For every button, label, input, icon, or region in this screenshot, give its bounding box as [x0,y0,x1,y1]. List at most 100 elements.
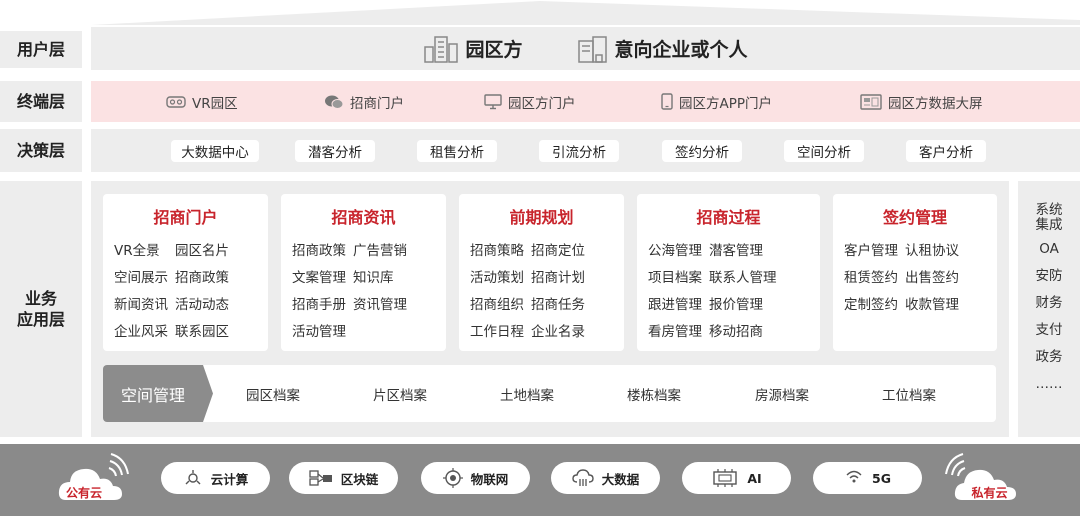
space-item-park-archive[interactable]: 园区档案 [246,365,300,422]
terminal-item-app-label: 园区方APP门户 [679,95,773,112]
decision-tag-traffic[interactable]: 引流分析 [539,140,619,162]
infra-blockchain-label: 区块链 [340,471,379,487]
module-item[interactable]: 认租协议 [905,238,959,265]
terminal-item-vr-label: VR园区 [192,95,238,112]
module-item[interactable]: 工作日程 [470,319,524,346]
terminal-item-park-portal-label: 园区方门户 [508,95,576,112]
module-item[interactable]: 看房管理 [648,319,702,346]
side-item-oa[interactable]: OA [1039,242,1059,257]
space-item-building-archive[interactable]: 楼栋档案 [627,365,681,422]
module-item[interactable]: 联系人管理 [709,265,777,292]
space-item-land-archive[interactable]: 土地档案 [500,365,554,422]
module-item[interactable]: 潜客管理 [709,238,777,265]
module-item[interactable]: 园区名片 [175,238,229,265]
module-item[interactable]: 租赁签约 [844,265,898,292]
infra-iot[interactable]: 物联网 [421,462,530,494]
infra-cloud-computing[interactable]: 云计算 [161,462,270,494]
private-cloud-label: 私有云 [971,486,1008,500]
terminal-item-portal[interactable]: 招商门户 [324,81,404,122]
infra-ai[interactable]: AI [682,462,791,494]
module-item[interactable]: 项目档案 [648,265,702,292]
decision-tag-prospect[interactable]: 潜客分析 [295,140,375,162]
side-item-security[interactable]: 安防 [1036,269,1063,284]
space-item-listing-archive[interactable]: 房源档案 [755,365,809,422]
desktop-monitor-icon [484,93,502,109]
layer-label-decision: 决策层 [0,129,82,172]
side-item-government[interactable]: 政务 [1036,350,1063,365]
module-item[interactable]: 招商定位 [531,238,585,265]
module-item[interactable]: 活动管理 [292,319,346,346]
side-item-system-integration: 系统 集成 [1035,202,1063,233]
terminal-layer-band: VR园区 招商门户 园区方门户 园区方APP门户 园区方数据大屏 [91,81,1080,122]
module-item[interactable]: 收款管理 [905,292,959,319]
module-item[interactable]: 招商组织 [470,292,524,319]
decision-tag-space[interactable]: 空间分析 [784,140,864,162]
layer-label-terminal: 终端层 [0,81,82,122]
terminal-item-app[interactable]: 园区方APP门户 [661,81,772,122]
module-item[interactable]: VR全景 [114,238,168,265]
decision-tag-big-data-center[interactable]: 大数据中心 [171,140,259,162]
public-cloud-label: 公有云 [65,486,102,500]
module-title: 招商资讯 [331,208,396,227]
space-item-workstation-archive[interactable]: 工位档案 [882,365,936,422]
decision-tag-lease-sale[interactable]: 租售分析 [417,140,497,162]
module-item[interactable]: 空间展示 [114,265,168,292]
space-management-bar: 空间管理 园区档案 片区档案 土地档案 楼栋档案 房源档案 工位档案 [103,365,996,422]
terminal-item-vr[interactable]: VR园区 [166,81,238,122]
decision-layer-band: 大数据中心 潜客分析 租售分析 引流分析 签约分析 空间分析 客户分析 [91,129,1080,172]
space-management-label[interactable]: 空间管理 [103,365,218,422]
layer-label-business: 业务 应用层 [0,181,82,437]
module-item[interactable]: 联系园区 [175,319,229,346]
mobile-phone-icon [661,93,673,110]
module-item[interactable]: 招商政策 [175,265,229,292]
module-card-news: 招商资讯 招商政策 广告营销 文案管理 知识库 招商手册 资讯管理 活动管理 [281,194,446,351]
module-item[interactable]: 新闻资讯 [114,292,168,319]
user-item-park-label: 园区方 [465,39,523,61]
side-item-payment[interactable]: 支付 [1036,323,1063,338]
module-item[interactable]: 企业名录 [531,319,585,346]
cloud-computing-icon [185,470,201,485]
ai-chip-icon [713,469,738,487]
module-item[interactable]: 招商计划 [531,265,585,292]
module-item[interactable]: 资讯管理 [353,292,407,319]
infra-iot-label: 物联网 [470,471,509,487]
module-item[interactable]: 招商政策 [292,238,346,265]
module-item[interactable]: 文案管理 [292,265,346,292]
big-data-icon [572,469,594,486]
terminal-item-screen[interactable]: 园区方数据大屏 [860,81,983,122]
decision-tag-signing[interactable]: 签约分析 [662,140,742,162]
public-cloud: 公有云 [56,448,136,508]
terminal-item-park-portal[interactable]: 园区方门户 [484,81,576,122]
module-item[interactable]: 报价管理 [709,292,777,319]
module-item[interactable]: 定制签约 [844,292,898,319]
roof-outline [91,1,1080,25]
module-title: 招商门户 [153,208,218,227]
module-item[interactable]: 企业风采 [114,319,168,346]
side-item-more: …… [1035,376,1063,392]
module-item[interactable]: 公海管理 [648,238,702,265]
module-item[interactable]: 活动动态 [175,292,229,319]
module-item[interactable]: 招商策略 [470,238,524,265]
infra-big-data-label: 大数据 [601,471,640,487]
user-layer-band: 园区方 意向企业或个人 [91,27,1080,70]
infra-5g[interactable]: 5G [813,462,922,494]
module-item[interactable]: 跟进管理 [648,292,702,319]
module-item[interactable]: 知识库 [353,265,407,292]
terminal-item-portal-label: 招商门户 [350,95,404,112]
module-item[interactable]: 广告营销 [353,238,407,265]
module-item[interactable]: 活动策划 [470,265,524,292]
iot-icon [442,468,463,488]
module-item[interactable]: 招商任务 [531,292,585,319]
decision-tag-customer[interactable]: 客户分析 [906,140,986,162]
space-item-zone-archive[interactable]: 片区档案 [373,365,427,422]
module-item[interactable]: 移动招商 [709,319,777,346]
blockchain-icon [309,470,332,486]
side-item-finance[interactable]: 财务 [1036,296,1063,311]
module-item[interactable]: 客户管理 [844,238,898,265]
module-item[interactable]: 招商手册 [292,292,346,319]
module-item[interactable]: 出售签约 [905,265,959,292]
infra-blockchain[interactable]: 区块链 [289,462,398,494]
user-item-enterprise: 意向企业或个人 [575,35,748,63]
module-card-signing: 签约管理 客户管理 认租协议 租赁签约 出售签约 定制签约 收款管理 [833,194,997,351]
infra-big-data[interactable]: 大数据 [551,462,660,494]
